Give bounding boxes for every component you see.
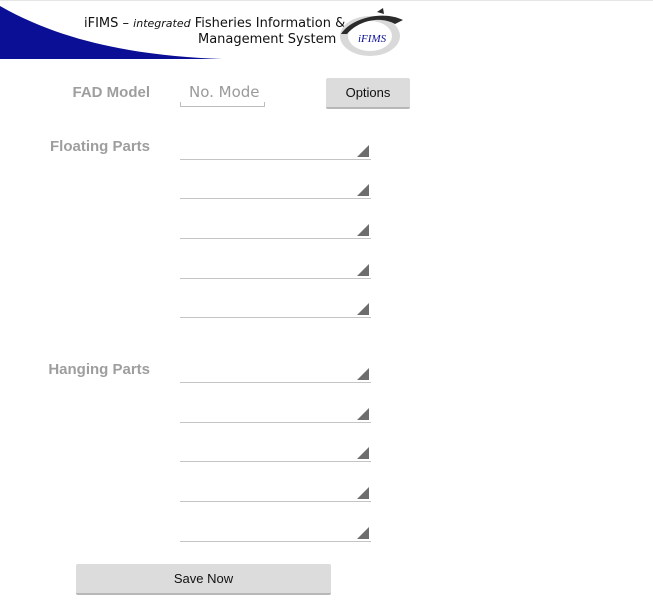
dropdown-arrow-icon <box>357 145 369 157</box>
save-now-button[interactable]: Save Now <box>76 564 331 595</box>
header-tagline-italic: integrated <box>133 17 191 30</box>
header-title-line1: iFIMS – integrated Fisheries Information… <box>84 16 345 31</box>
dropdown-arrow-icon <box>357 184 369 196</box>
hanging-part-dropdown-4[interactable] <box>180 487 371 502</box>
hanging-part-dropdown-2[interactable] <box>180 408 371 423</box>
hanging-part-dropdown-1[interactable] <box>180 368 371 383</box>
app-header: iFIMS – integrated Fisheries Information… <box>0 0 653 63</box>
fad-model-label: FAD Model <box>72 84 151 101</box>
hanging-part-dropdown-3[interactable] <box>180 447 371 462</box>
floating-part-dropdown-1[interactable] <box>180 145 371 160</box>
floating-part-dropdown-4[interactable] <box>180 264 371 279</box>
dropdown-arrow-icon <box>357 264 369 276</box>
header-brand: iFIMS <box>84 16 119 31</box>
logo-text: iFIMS <box>358 33 387 45</box>
dropdown-arrow-icon <box>357 487 369 499</box>
dropdown-arrow-icon <box>357 447 369 459</box>
fad-model-input[interactable]: No. Mode <box>180 81 265 107</box>
options-button[interactable]: Options <box>326 78 410 109</box>
floating-part-dropdown-2[interactable] <box>180 184 371 199</box>
dropdown-arrow-icon <box>357 408 369 420</box>
dropdown-arrow-icon <box>357 303 369 315</box>
dropdown-arrow-icon <box>357 368 369 380</box>
dropdown-arrow-icon <box>357 224 369 236</box>
hanging-parts-label: Hanging Parts <box>48 361 150 378</box>
header-dash: – <box>118 16 134 31</box>
ifims-logo-icon: iFIMS <box>340 8 403 56</box>
floating-part-dropdown-5[interactable] <box>180 303 371 318</box>
hanging-part-dropdown-5[interactable] <box>180 527 371 542</box>
floating-part-dropdown-3[interactable] <box>180 224 371 239</box>
dropdown-arrow-icon <box>357 527 369 539</box>
header-title-line2: Management System <box>198 32 337 47</box>
header-title-rest: Fisheries Information & <box>190 16 346 31</box>
floating-parts-label: Floating Parts <box>49 138 150 155</box>
